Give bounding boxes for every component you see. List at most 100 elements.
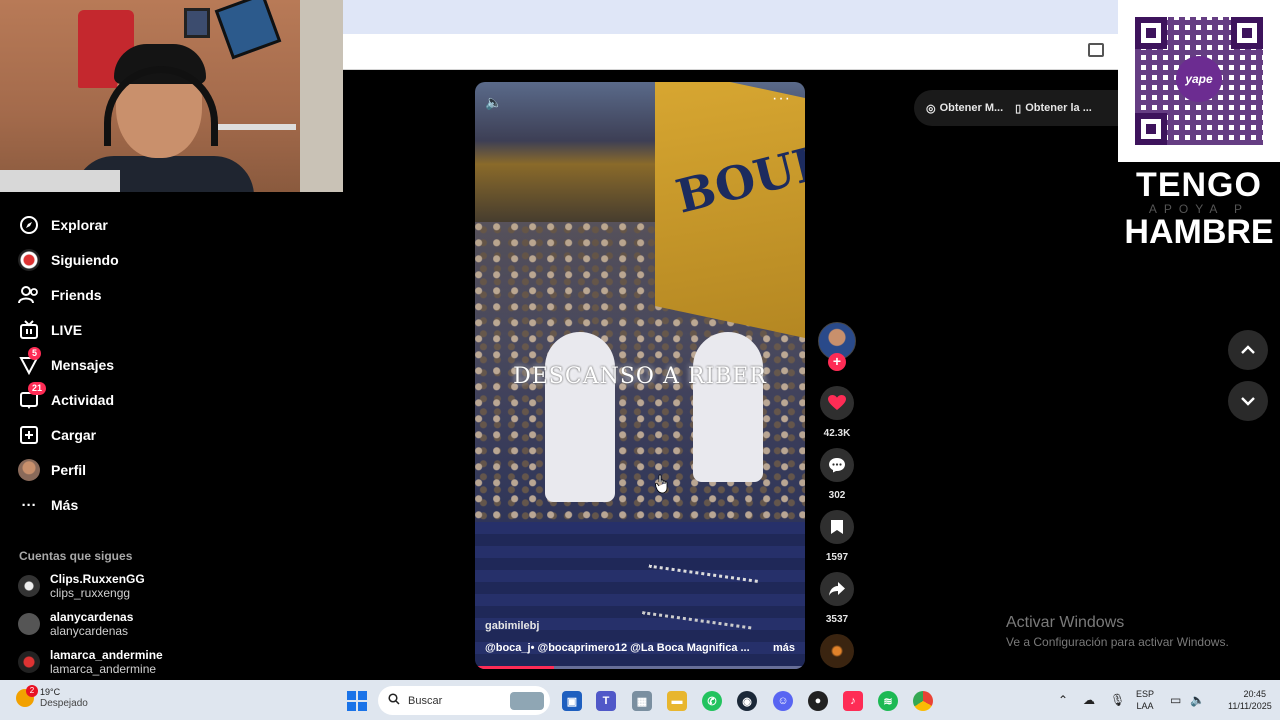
get-coins-button[interactable]: ◎ Obtener M... <box>926 102 1003 115</box>
sidebar-item-cargar[interactable]: Cargar <box>18 420 96 450</box>
overlay-line-3: HAMBRE <box>1124 213 1274 251</box>
search-icon <box>388 693 400 708</box>
comment-count: 302 <box>828 490 846 501</box>
get-app-button[interactable]: ▯ Obtener la ... <box>1015 102 1092 115</box>
get-app-pills: ◎ Obtener M... ▯ Obtener la ... <box>914 90 1118 126</box>
following-item[interactable]: Clips.RuxxenGG clips_ruxxengg <box>18 571 145 601</box>
sidebar-item-label: Perfil <box>51 462 87 478</box>
language-indicator[interactable]: ESP LAA <box>1136 688 1154 712</box>
chevron-up-icon <box>1241 345 1255 354</box>
wall-frame <box>184 8 210 38</box>
donation-overlay: yape TENGO APOYA P HAMBRE <box>1118 0 1280 251</box>
weather-badge: 2 <box>26 685 38 697</box>
like-count: 42.3K <box>823 428 851 439</box>
microphone-icon[interactable]: 🎙 <box>1110 693 1125 707</box>
overlay-line-1: TENGO <box>1136 166 1262 204</box>
messages-icon: 5 <box>18 347 42 376</box>
video-player[interactable]: BOUL DESCANSO A RIBER 🔈 ··· gabimilebj @… <box>475 82 805 669</box>
windows-start-icon[interactable] <box>347 691 367 711</box>
mouse-cursor-icon <box>655 474 668 494</box>
steam-icon[interactable]: ◉ <box>737 691 757 711</box>
video-caption: DESCANSO A RIBER <box>513 364 767 389</box>
sidebar-item-explorar[interactable]: Explorar <box>18 210 108 240</box>
obs-icon[interactable]: ● <box>808 691 828 711</box>
following-avatar-icon <box>18 249 40 271</box>
sidebar-item-siguiendo[interactable]: Siguiendo <box>18 245 119 275</box>
tray-chevron-up-icon[interactable]: ⌃ <box>1058 693 1068 707</box>
activate-windows-subtitle: Ve a Configuración para activar Windows. <box>1006 635 1229 649</box>
store-icon[interactable]: ▣ <box>562 691 582 711</box>
chrome-icon[interactable] <box>913 691 933 711</box>
next-video-button[interactable] <box>1228 381 1268 421</box>
weather-widget[interactable]: 2 19°C Despejado <box>16 685 88 710</box>
wall-shelf <box>218 124 296 130</box>
search-highlight-icon <box>510 691 544 710</box>
discord-icon[interactable]: ☺ <box>773 691 793 711</box>
file-explorer-icon[interactable]: ▬ <box>667 691 687 711</box>
activity-badge: 21 <box>28 382 47 395</box>
heart-icon <box>828 395 846 410</box>
pill-label: Obtener la ... <box>1025 102 1092 114</box>
video-description: @boca_j• @bocaprimero12 @La Boca Magnifi… <box>485 642 795 654</box>
taskbar-search[interactable]: Buscar <box>378 686 550 715</box>
spotify-icon[interactable]: ≋ <box>878 691 898 711</box>
following-name: alanycardenas <box>50 610 134 624</box>
video-progress-fill <box>475 666 555 669</box>
video-author[interactable]: gabimilebj <box>485 620 539 632</box>
following-name: Clips.RuxxenGG <box>50 572 145 586</box>
taskbar-clock[interactable]: 20:45 11/11/2025 <box>1228 688 1272 712</box>
following-handle: alanycardenas <box>50 624 129 638</box>
sidebar-item-perfil[interactable]: Perfil <box>18 455 86 485</box>
following-handle: clips_ruxxengg <box>50 586 131 600</box>
tiktok-icon[interactable]: ♪ <box>843 691 863 711</box>
profile-avatar-icon <box>18 459 40 481</box>
sidebar-item-mensajes[interactable]: 5 Mensajes <box>18 347 115 380</box>
pill-label: Obtener M... <box>939 102 1004 114</box>
avatar <box>18 613 40 635</box>
video-frame-ghost <box>693 332 763 482</box>
music-disc-icon[interactable] <box>820 634 854 668</box>
previous-video-button[interactable] <box>1228 330 1268 370</box>
whatsapp-icon[interactable]: ✆ <box>702 691 722 711</box>
cast-icon[interactable] <box>1088 43 1104 57</box>
compass-icon <box>18 214 40 236</box>
weather-sun-icon: 2 <box>16 685 38 707</box>
sidebar-item-mas[interactable]: ··· Más <box>18 490 79 520</box>
share-button[interactable] <box>820 572 854 606</box>
video-progress-bar[interactable] <box>475 666 805 669</box>
sidebar-item-label: Friends <box>51 287 102 303</box>
following-item[interactable]: alanycardenas alanycardenas <box>18 609 133 639</box>
more-options-icon[interactable]: ··· <box>772 90 791 108</box>
volume-icon[interactable]: 🔈 <box>485 94 502 111</box>
like-button[interactable] <box>820 386 854 420</box>
sidebar-item-label: Mensajes <box>51 357 115 373</box>
keyboard-layout: LAA <box>1136 701 1154 711</box>
weather-condition: Despejado <box>40 698 88 709</box>
sidebar-item-friends[interactable]: Friends <box>18 280 102 310</box>
save-button[interactable] <box>820 510 854 544</box>
more-text-link[interactable]: más <box>773 642 795 654</box>
teams-icon[interactable]: T <box>596 691 616 711</box>
onedrive-cloud-icon[interactable]: ☁ <box>1083 693 1095 707</box>
speaker-icon[interactable]: 🔈 <box>1190 693 1205 707</box>
comment-button[interactable] <box>820 448 854 482</box>
video-frame-ghost <box>545 332 615 502</box>
weather-temp: 19°C <box>40 687 61 697</box>
streamer <box>74 44 254 192</box>
share-arrow-icon <box>829 582 845 596</box>
sidebar-item-label: Más <box>51 497 79 513</box>
sidebar-item-actividad[interactable]: 21 Actividad <box>18 382 114 415</box>
calculator-icon[interactable]: ▦ <box>632 691 652 711</box>
upload-plus-icon <box>18 424 40 446</box>
bookmark-icon <box>831 520 843 534</box>
screen: yape TENGO APOYA P HAMBRE Explorar Sigui… <box>0 0 1280 720</box>
following-item[interactable]: lamarca_andermine lamarca_andermine <box>18 647 163 677</box>
wall-tv <box>214 0 282 60</box>
sidebar-item-label: Siguiendo <box>51 252 119 268</box>
video-tags[interactable]: @boca_j• @bocaprimero12 @La Boca Magnifi… <box>485 642 750 654</box>
display-icon[interactable]: ▭ <box>1170 693 1181 707</box>
follow-plus-icon[interactable]: + <box>828 353 846 371</box>
door <box>300 0 343 192</box>
sidebar-item-live[interactable]: LIVE <box>18 315 82 345</box>
following-section-title: Cuentas que sigues <box>19 549 133 563</box>
